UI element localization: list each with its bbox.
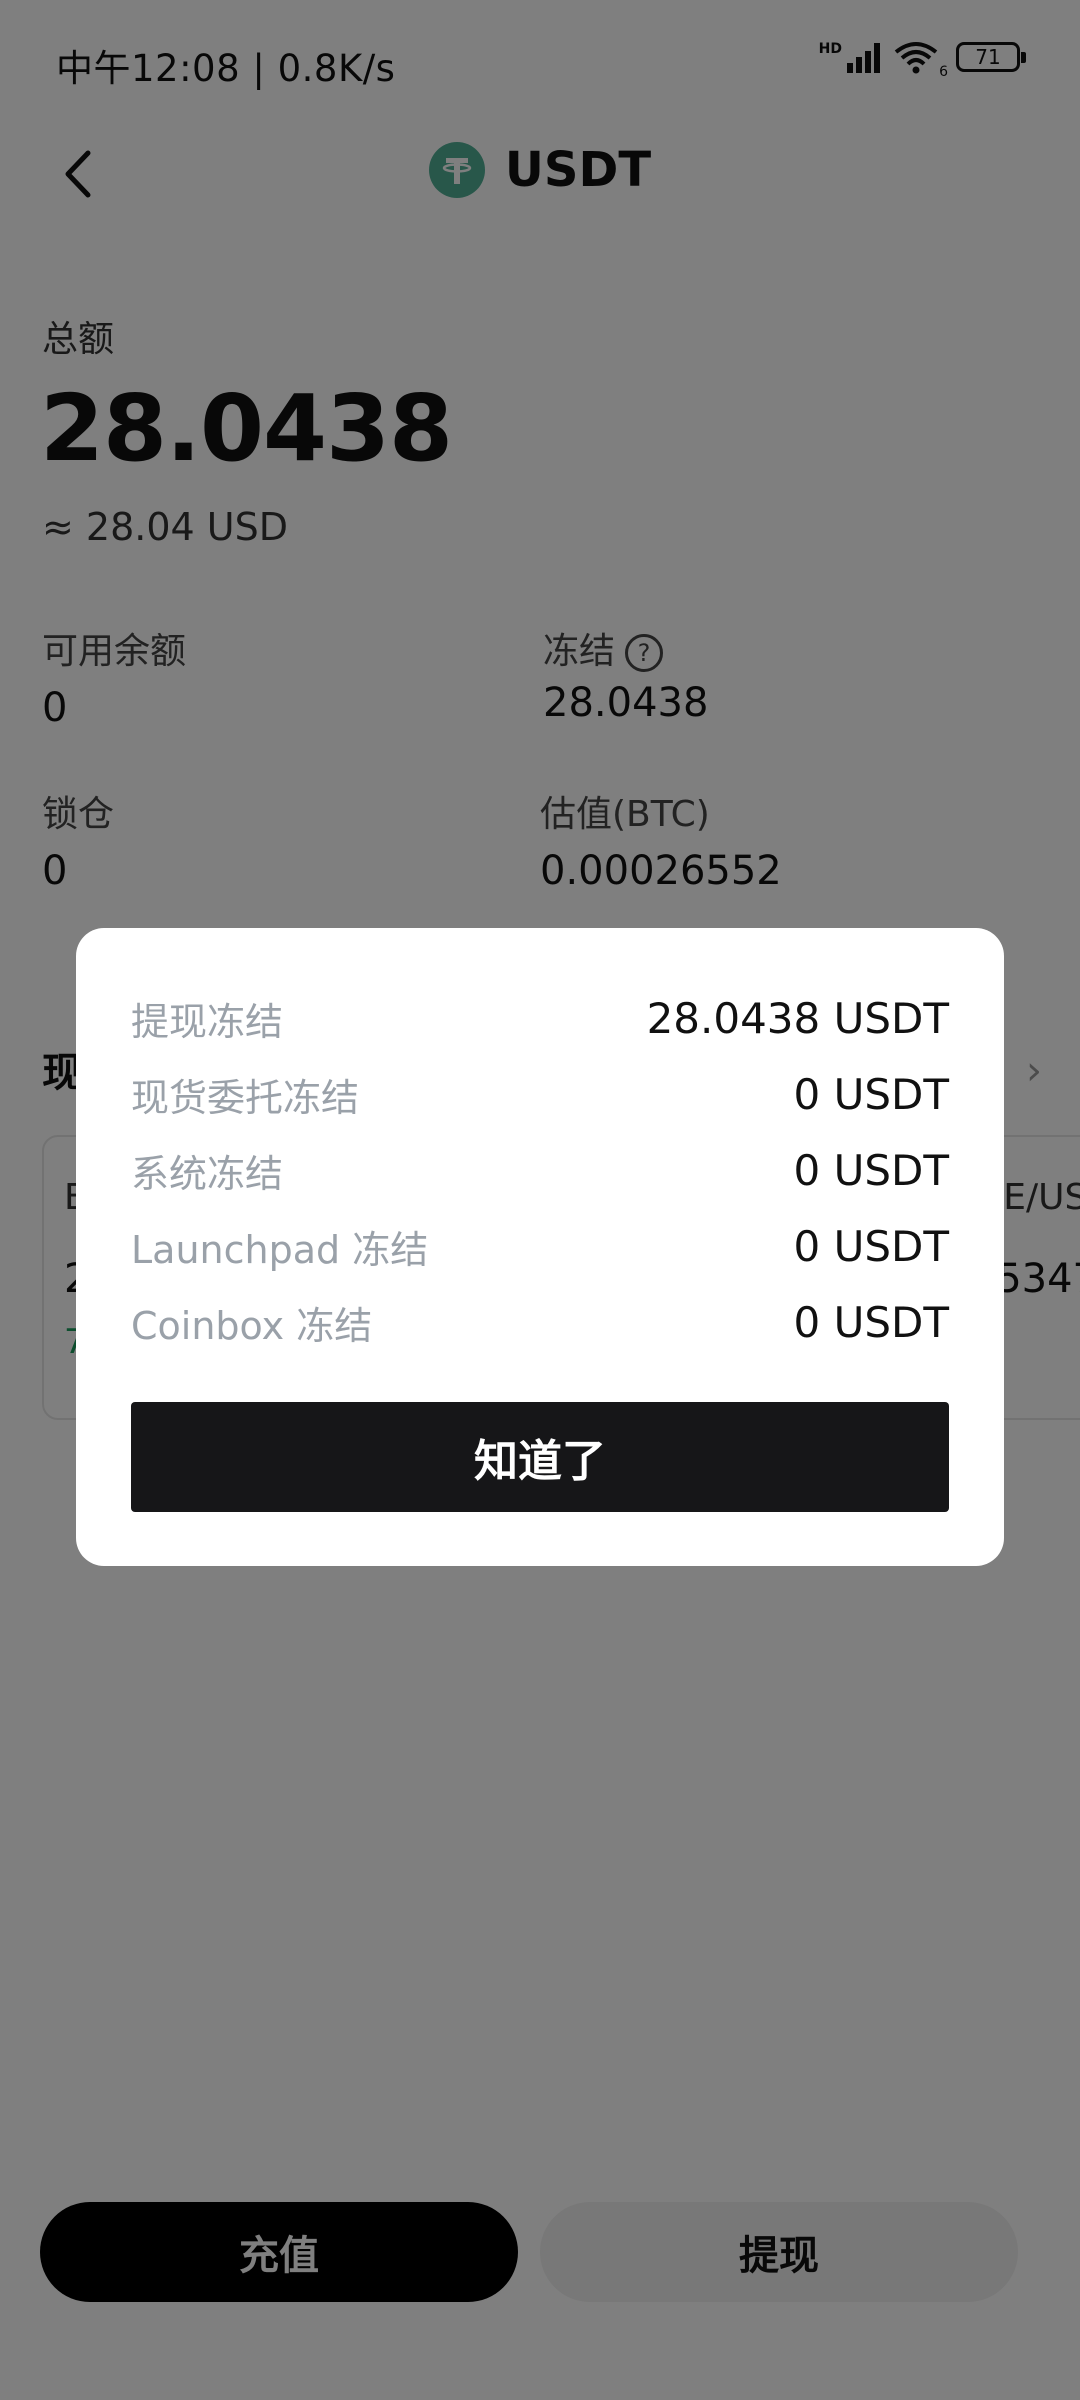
modal-row-label: Coinbox 冻结 xyxy=(131,1303,373,1348)
modal-row-withdraw-frozen: 提现冻结 28.0438 USDT xyxy=(131,980,949,1056)
modal-row-value: 0 USDT xyxy=(793,1145,949,1195)
modal-row-value: 0 USDT xyxy=(793,1069,949,1119)
got-it-button[interactable]: 知道了 xyxy=(131,1402,949,1512)
modal-row-value: 28.0438 USDT xyxy=(646,993,949,1043)
modal-row-system-frozen: 系统冻结 0 USDT xyxy=(131,1132,949,1208)
frozen-detail-modal: 提现冻结 28.0438 USDT 现货委托冻结 0 USDT 系统冻结 0 U… xyxy=(76,928,1004,1566)
modal-row-value: 0 USDT xyxy=(793,1221,949,1271)
modal-row-coinbox-frozen: Coinbox 冻结 0 USDT xyxy=(131,1284,949,1360)
modal-row-label: 提现冻结 xyxy=(131,999,284,1044)
modal-row-label: 现货委托冻结 xyxy=(131,1075,360,1120)
modal-row-label: Launchpad 冻结 xyxy=(131,1227,429,1272)
modal-row-spot-order-frozen: 现货委托冻结 0 USDT xyxy=(131,1056,949,1132)
modal-row-value: 0 USDT xyxy=(793,1297,949,1347)
modal-row-launchpad-frozen: Launchpad 冻结 0 USDT xyxy=(131,1208,949,1284)
modal-row-label: 系统冻结 xyxy=(131,1151,284,1196)
